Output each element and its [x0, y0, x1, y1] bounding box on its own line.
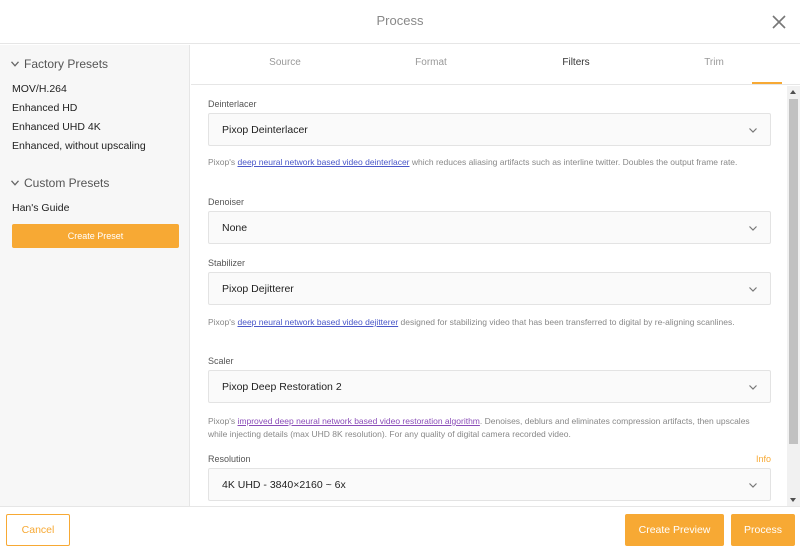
create-preview-button[interactable]: Create Preview: [625, 514, 724, 546]
chevron-down-icon: [11, 180, 19, 186]
scroll-down-icon[interactable]: [790, 498, 796, 502]
custom-presets-title: Custom Presets: [24, 176, 110, 190]
resolution-label: Resolution: [208, 454, 251, 464]
filters-panel: Deinterlacer Pixop Deinterlacer Pixop's …: [191, 86, 787, 506]
scrollbar-thumb[interactable]: [789, 99, 798, 444]
cancel-button[interactable]: Cancel: [6, 514, 70, 546]
process-tabs: Source Format Filters Trim: [191, 45, 800, 85]
stabilizer-description: Pixop's deep neural network based video …: [208, 317, 735, 327]
preset-item[interactable]: Enhanced UHD 4K: [12, 121, 101, 133]
deinterlacer-label: Deinterlacer: [208, 99, 257, 109]
chevron-down-icon: [749, 226, 757, 231]
scaler-description: Pixop's improved deep neural network bas…: [208, 416, 750, 439]
scaler-value: Pixop Deep Restoration 2: [222, 381, 342, 393]
process-button[interactable]: Process: [731, 514, 795, 546]
tab-trim[interactable]: Trim: [704, 57, 724, 68]
stabilizer-select[interactable]: Pixop Dejitterer: [208, 272, 771, 305]
scaler-info-link[interactable]: improved deep neural network based video…: [238, 416, 480, 426]
dialog-footer: Cancel Create Preview Process: [0, 506, 800, 551]
preset-item[interactable]: Enhanced, without upscaling: [12, 140, 146, 152]
chevron-down-icon: [749, 128, 757, 133]
resolution-select[interactable]: 4K UHD - 3840×2160 ~ 6x: [208, 468, 771, 501]
deinterlacer-value: Pixop Deinterlacer: [222, 124, 308, 136]
scaler-select[interactable]: Pixop Deep Restoration 2: [208, 370, 771, 403]
dialog-header: Process: [0, 0, 800, 44]
preset-item[interactable]: MOV/H.264: [12, 83, 67, 95]
chevron-down-icon: [749, 483, 757, 488]
factory-presets-title: Factory Presets: [24, 57, 109, 71]
dialog-title: Process: [376, 13, 424, 28]
tab-source[interactable]: Source: [269, 57, 301, 68]
chevron-down-icon: [749, 385, 757, 390]
chevron-down-icon: [11, 61, 19, 67]
stabilizer-info-link[interactable]: deep neural network based video dejitter…: [238, 317, 399, 327]
stabilizer-value: Pixop Dejitterer: [222, 283, 294, 295]
resolution-info-link[interactable]: Info: [756, 454, 771, 464]
preset-item[interactable]: Han's Guide: [12, 202, 69, 214]
create-preset-button[interactable]: Create Preset: [12, 224, 179, 248]
active-tab-indicator: [752, 82, 782, 84]
custom-presets-header[interactable]: Custom Presets: [11, 176, 109, 190]
denoiser-value: None: [222, 222, 248, 234]
denoiser-select[interactable]: None: [208, 211, 771, 244]
denoiser-label: Denoiser: [208, 197, 245, 207]
close-icon[interactable]: [772, 15, 786, 29]
deinterlacer-info-link[interactable]: deep neural network based video deinterl…: [238, 157, 410, 167]
content-scrollbar[interactable]: [787, 86, 800, 506]
tab-filters[interactable]: Filters: [562, 57, 589, 68]
resolution-value: 4K UHD - 3840×2160 ~ 6x: [222, 479, 346, 491]
scaler-label: Scaler: [208, 356, 234, 366]
deinterlacer-description: Pixop's deep neural network based video …: [208, 157, 738, 167]
deinterlacer-select[interactable]: Pixop Deinterlacer: [208, 113, 771, 146]
factory-presets-header[interactable]: Factory Presets: [11, 57, 108, 71]
preset-item[interactable]: Enhanced HD: [12, 102, 77, 114]
scroll-up-icon[interactable]: [790, 90, 796, 94]
chevron-down-icon: [749, 287, 757, 292]
stabilizer-label: Stabilizer: [208, 258, 246, 268]
presets-sidebar: Factory Presets MOV/H.264 Enhanced HD En…: [0, 45, 190, 506]
tab-format[interactable]: Format: [415, 57, 447, 68]
